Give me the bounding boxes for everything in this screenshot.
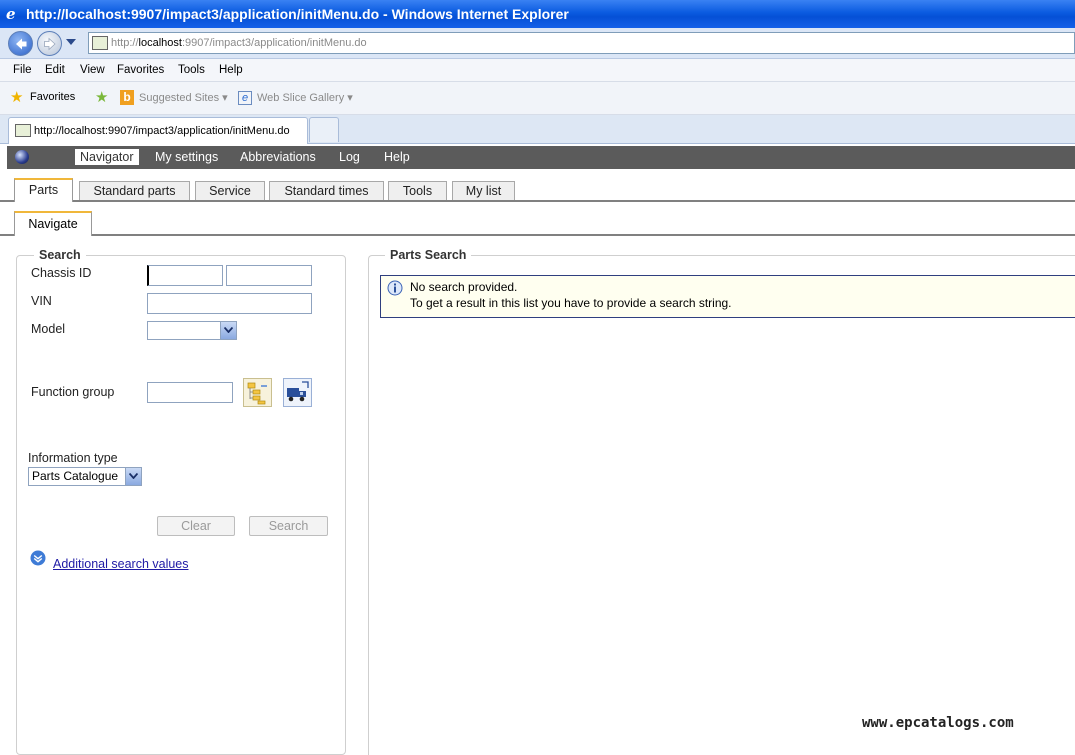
app-navigation-bar: Navigator My settings Abbreviations Log …: [7, 146, 1075, 169]
new-tab-button[interactable]: [309, 117, 339, 142]
vin-label: VIN: [31, 294, 52, 308]
tab-page-icon: [15, 124, 31, 137]
favorites-star-icon: ★: [10, 89, 24, 106]
menu-help[interactable]: Help: [219, 64, 243, 76]
function-group-input[interactable]: [147, 382, 233, 403]
chassis-number-input[interactable]: [226, 265, 312, 286]
menu-bar: File Edit View Favorites Tools Help: [0, 59, 1075, 82]
menu-tools[interactable]: Tools: [178, 64, 205, 76]
page-icon: [92, 36, 108, 50]
information-type-label: Information type: [28, 451, 118, 465]
search-button[interactable]: Search: [249, 516, 328, 536]
function-group-label: Function group: [31, 385, 115, 399]
address-input[interactable]: http://localhost:9907/impact3/applicatio…: [88, 32, 1075, 54]
nav-log[interactable]: Log: [339, 150, 360, 164]
nav-my-settings[interactable]: My settings: [155, 150, 218, 164]
truck-icon: [283, 378, 312, 407]
favorites-button[interactable]: Favorites: [30, 91, 75, 103]
nav-help[interactable]: Help: [384, 150, 410, 164]
web-slice-icon: e: [238, 91, 252, 105]
additional-search-values-link[interactable]: Additional search values: [53, 557, 189, 571]
back-button[interactable]: [8, 31, 33, 56]
vin-input[interactable]: [147, 293, 312, 314]
model-select[interactable]: [147, 321, 237, 340]
menu-favorites[interactable]: Favorites: [117, 64, 164, 76]
model-label: Model: [31, 322, 66, 336]
recent-pages-dropdown-icon[interactable]: [66, 39, 76, 45]
forward-arrow-icon: [44, 37, 56, 51]
browser-tab[interactable]: http://localhost:9907/impact3/applicatio…: [8, 117, 308, 144]
information-type-select[interactable]: Parts Catalogue: [28, 467, 142, 486]
menu-file[interactable]: File: [13, 64, 32, 76]
address-bar-row: http://localhost:9907/impact3/applicatio…: [0, 28, 1075, 59]
sub-tabs: Navigate: [0, 202, 1075, 236]
information-type-dropdown-arrow[interactable]: [125, 468, 141, 485]
browser-tab-bar: http://localhost:9907/impact3/applicatio…: [0, 115, 1075, 144]
chevron-down-icon: [224, 327, 233, 333]
tab-service[interactable]: Service: [195, 181, 265, 201]
menu-edit[interactable]: Edit: [45, 64, 65, 76]
search-panel-title: Search: [34, 248, 86, 262]
menu-view[interactable]: View: [80, 64, 105, 76]
app-logo-icon: [15, 150, 29, 164]
watermark-text: www.epcatalogs.com: [862, 715, 1014, 731]
chevron-down-icon: [129, 473, 138, 479]
info-message-line-1: No search provided.: [410, 280, 518, 294]
tab-standard-times[interactable]: Standard times: [269, 181, 384, 201]
tab-parts[interactable]: Parts: [14, 178, 73, 202]
nav-abbreviations[interactable]: Abbreviations: [240, 150, 316, 164]
info-icon: [387, 280, 403, 296]
web-slice-gallery-link[interactable]: Web Slice Gallery ▾: [257, 91, 353, 104]
chassis-id-label: Chassis ID: [31, 266, 92, 280]
window-title: http://localhost:9907/impact3/applicatio…: [26, 6, 569, 22]
ie-logo-icon: e: [6, 5, 16, 23]
tab-navigate[interactable]: Navigate: [14, 211, 92, 236]
expand-circle-icon[interactable]: [30, 550, 46, 566]
tab-tools[interactable]: Tools: [388, 181, 447, 201]
favorites-bar: ★ Favorites ★ b Suggested Sites ▾ e Web …: [0, 82, 1075, 115]
browser-tab-label: http://localhost:9907/impact3/applicatio…: [34, 125, 290, 137]
tab-standard-parts[interactable]: Standard parts: [79, 181, 190, 201]
info-message-line-2: To get a result in this list you have to…: [410, 296, 732, 310]
tree-list-icon: [243, 378, 272, 407]
parts-search-title: Parts Search: [385, 248, 472, 262]
main-tabs: Parts Standard parts Service Standard ti…: [0, 169, 1075, 202]
clear-button[interactable]: Clear: [157, 516, 235, 536]
bing-icon: b: [120, 90, 134, 105]
chassis-series-input[interactable]: [147, 265, 223, 286]
suggested-sites-link[interactable]: Suggested Sites ▾: [139, 91, 228, 104]
back-arrow-icon: [16, 38, 27, 50]
window-titlebar: e http://localhost:9907/impact3/applicat…: [0, 0, 1075, 28]
information-type-value: Parts Catalogue: [32, 469, 119, 483]
info-message-box: No search provided. To get a result in t…: [380, 275, 1075, 318]
parts-search-panel: [368, 255, 1075, 755]
model-dropdown-arrow[interactable]: [220, 322, 236, 339]
function-group-tree-button[interactable]: [243, 378, 272, 407]
function-group-vehicle-button[interactable]: [283, 378, 312, 407]
address-url: http://localhost:9907/impact3/applicatio…: [111, 37, 367, 49]
sub-tabs-divider: [0, 234, 1075, 236]
add-favorite-icon[interactable]: ★: [95, 88, 108, 106]
nav-navigator[interactable]: Navigator: [75, 149, 139, 165]
tab-my-list[interactable]: My list: [452, 181, 515, 201]
forward-button[interactable]: [37, 31, 62, 56]
